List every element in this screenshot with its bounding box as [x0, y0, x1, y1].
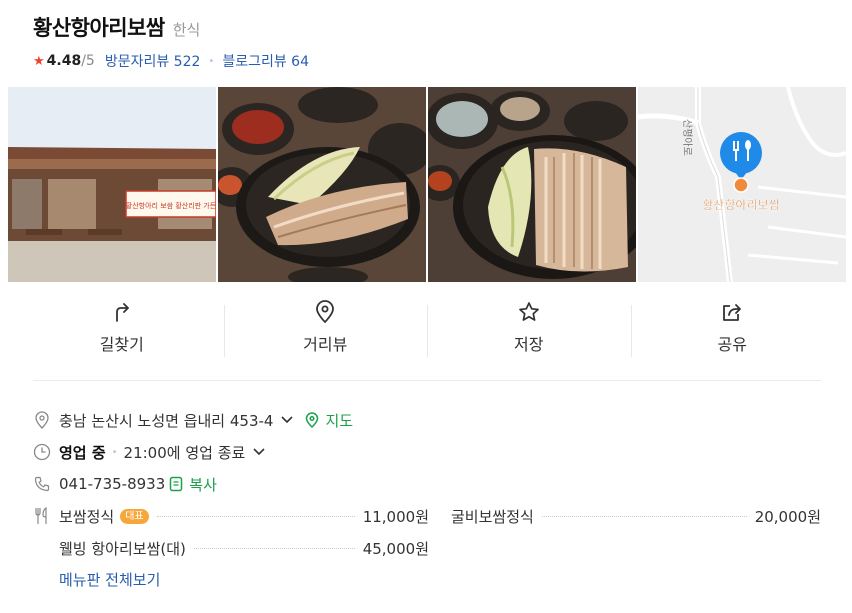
- place-info: 충남 논산시 노성면 읍내리 453-4 지도 영업 중 • 21:00에 영업…: [33, 404, 821, 591]
- view-full-menu-link[interactable]: 메뉴판 전체보기: [59, 569, 821, 591]
- signature-badge: 대표: [120, 508, 149, 524]
- storefront-banner-text: 황산항아리 보쌈 황산리판 가든: [126, 201, 216, 210]
- rating-score: 4.48: [46, 53, 82, 69]
- address-row: 충남 논산시 노성면 읍내리 453-4 지도: [33, 404, 821, 436]
- menu-item-price: 45,000원: [362, 539, 429, 558]
- place-header: 황산항아리보쌈 한식 ★ 4.48 /5 방문자리뷰 522 • 블로그리뷰 6…: [33, 12, 823, 71]
- rating-row: ★ 4.48 /5 방문자리뷰 522 • 블로그리뷰 64: [33, 51, 823, 71]
- menu-item-name: 굴비보쌈정식: [451, 507, 534, 526]
- phone-icon: [33, 475, 51, 493]
- map-road-label: 산평아로: [681, 119, 693, 156]
- menu-indent-spacer: [33, 539, 51, 557]
- chevron-down-icon[interactable]: [251, 444, 267, 460]
- phone-row: 041-735-8933 복사: [33, 468, 821, 500]
- dotted-leader: [541, 515, 747, 517]
- directions-label: 길찾기: [99, 335, 144, 354]
- food-photo-2[interactable]: [428, 87, 636, 282]
- rating-max: /5: [81, 53, 95, 69]
- star-icon: [518, 302, 539, 321]
- directions-icon: [115, 303, 129, 322]
- photo-gallery: 황산항아리 보쌈 황산리판 가든 산평아로 황산항아리보쌈: [8, 87, 846, 282]
- menu-item-price: 20,000원: [754, 507, 821, 526]
- food-photo-1[interactable]: [218, 87, 426, 282]
- separator-dot: •: [208, 55, 215, 67]
- share-icon: [723, 304, 742, 321]
- copy-icon[interactable]: [167, 475, 185, 493]
- share-label: 공유: [717, 335, 747, 354]
- separator-dot: •: [111, 446, 118, 458]
- copy-button[interactable]: 복사: [189, 474, 217, 495]
- share-button[interactable]: 공유: [630, 300, 835, 360]
- map-place-label: 황산항아리보쌈: [702, 198, 779, 212]
- menu-row-2: 웰빙 항아리보쌈(대) 45,000원: [33, 532, 821, 564]
- directions-button[interactable]: 길찾기: [20, 300, 224, 360]
- clock-icon: [33, 443, 51, 461]
- star-rating-icon: ★: [33, 53, 45, 69]
- menu-item-price: 11,000원: [362, 507, 429, 526]
- blog-reviews-link[interactable]: 블로그리뷰 64: [222, 51, 309, 71]
- hours-row: 영업 중 • 21:00에 영업 종료: [33, 436, 821, 468]
- street-view-button[interactable]: 거리뷰: [223, 300, 428, 360]
- storefront-photo[interactable]: 황산항아리 보쌈 황산리판 가든: [8, 87, 216, 282]
- utensils-icon: [33, 507, 51, 525]
- menu-item: 굴비보쌈정식 20,000원: [451, 506, 821, 527]
- street-view-label: 거리뷰: [303, 335, 348, 354]
- map-marker-icon: [303, 411, 321, 429]
- menu-item: 보쌈정식 대표 11,000원: [59, 506, 429, 527]
- action-bar: 길찾기 거리뷰 저장 공유: [20, 300, 834, 360]
- visitor-reviews-link[interactable]: 방문자리뷰 522: [105, 51, 201, 71]
- phone-number[interactable]: 041-735-8933: [59, 475, 165, 493]
- menu-item: 웰빙 항아리보쌈(대) 45,000원: [59, 538, 429, 559]
- menu-item-name: 웰빙 항아리보쌈(대): [59, 539, 186, 558]
- business-status: 영업 중: [59, 443, 106, 462]
- location-map[interactable]: 산평아로 황산항아리보쌈: [638, 87, 846, 282]
- location-pin-icon: [33, 411, 51, 429]
- place-category: 한식: [172, 21, 201, 39]
- dotted-leader: [193, 547, 355, 549]
- save-label: 저장: [514, 335, 544, 354]
- save-button[interactable]: 저장: [427, 300, 631, 360]
- section-divider: [33, 380, 821, 381]
- menu-row-1: 보쌈정식 대표 11,000원 굴비보쌈정식 20,000원: [33, 500, 821, 532]
- place-name[interactable]: 황산항아리보쌈: [33, 12, 165, 42]
- location-pin-icon: [316, 300, 335, 323]
- business-hours: 21:00에 영업 종료: [123, 443, 246, 462]
- dotted-leader: [156, 515, 355, 517]
- chevron-down-icon[interactable]: [279, 412, 295, 428]
- menu-item-name: 보쌈정식: [59, 507, 115, 526]
- address-text: 충남 논산시 노성면 읍내리 453-4: [59, 411, 274, 430]
- map-link[interactable]: 지도: [325, 410, 353, 431]
